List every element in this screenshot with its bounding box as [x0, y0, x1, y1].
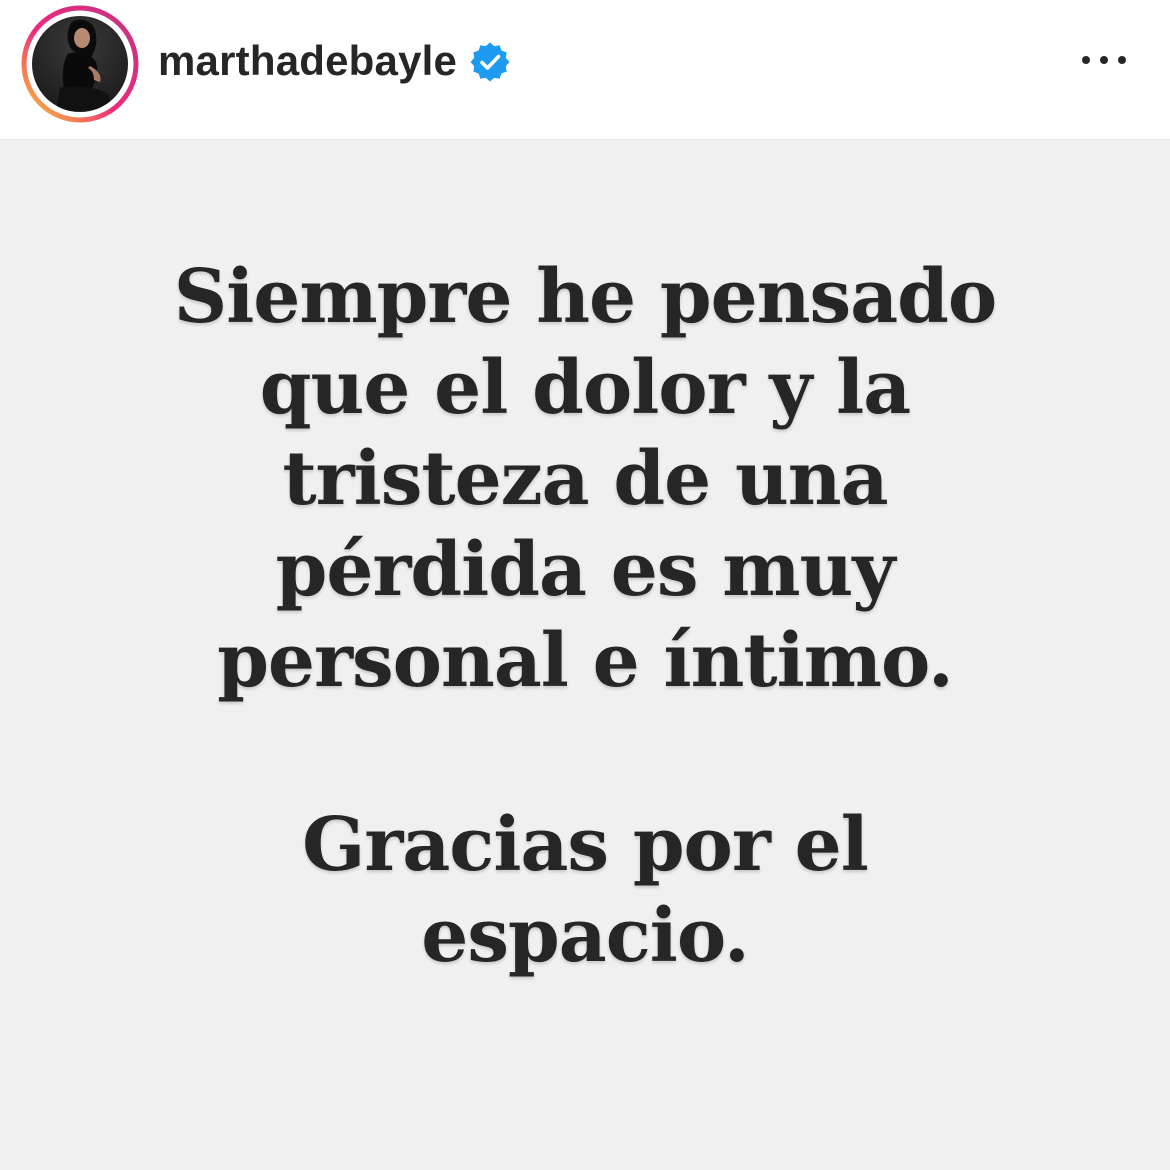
message-line: Siempre he pensado	[173, 254, 998, 340]
username-link[interactable]: marthadebayle	[158, 36, 457, 86]
profile-avatar[interactable]	[20, 4, 140, 124]
closing-line: Gracias por el	[302, 802, 869, 888]
instagram-post: marthadebayle Siempre he pensado que el …	[0, 0, 1170, 1170]
post-message: Siempre he pensado que el dolor y la tri…	[0, 252, 1170, 707]
message-line: tristeza de una	[282, 436, 888, 522]
closing-line: espacio.	[421, 893, 749, 979]
post-header: marthadebayle	[0, 0, 1170, 140]
message-line: personal e íntimo.	[217, 618, 954, 704]
verified-badge-icon	[470, 42, 510, 82]
post-closing-message: Gracias por el espacio.	[0, 800, 1170, 982]
avatar-story-ring	[21, 5, 139, 123]
message-line: que el dolor y la	[259, 345, 911, 431]
message-line: pérdida es muy	[275, 527, 896, 613]
more-options-icon[interactable]	[1076, 44, 1136, 76]
